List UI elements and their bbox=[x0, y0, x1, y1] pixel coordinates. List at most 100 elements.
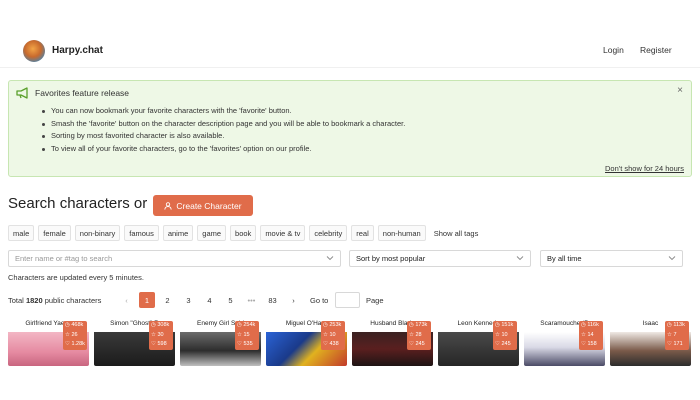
pagination: ‹ 1 2 3 4 5 ••• 83 › bbox=[116, 292, 304, 308]
character-card[interactable]: Husband Blade ◷ 173k ☆ 28 ♡ 245 bbox=[352, 318, 433, 366]
total-prefix: Total bbox=[8, 296, 24, 305]
page-button-4[interactable]: 4 bbox=[199, 292, 220, 308]
character-card[interactable]: Enemy Girl Sold ◷ 254k ☆ 15 ♡ 535 bbox=[180, 318, 261, 366]
likes-count: ♡ 158 bbox=[581, 341, 597, 347]
tag-non-human[interactable]: non-human bbox=[377, 225, 426, 241]
views-count: ◷ 113k bbox=[667, 322, 685, 328]
banner-list-item: You can now bookmark your favorite chara… bbox=[42, 105, 405, 118]
update-frequency-note: Characters are updated every 5 minutes. bbox=[8, 273, 144, 282]
goto-page-input[interactable] bbox=[335, 292, 360, 308]
views-count: ◷ 308k bbox=[151, 322, 170, 328]
close-icon[interactable]: × bbox=[677, 85, 683, 96]
user-icon bbox=[164, 201, 173, 210]
time-range-select[interactable]: By all time bbox=[540, 250, 683, 267]
character-card[interactable]: Miguel O'Hara ◷ 253k ☆ 10 ♡ 438 bbox=[266, 318, 347, 366]
total-suffix: public characters bbox=[44, 296, 102, 305]
prev-page-icon[interactable]: ‹ bbox=[116, 292, 137, 308]
likes-count: ♡ 1.28k bbox=[65, 341, 85, 347]
tag-anime[interactable]: anime bbox=[162, 225, 194, 241]
harpy-logo-icon[interactable] bbox=[23, 40, 45, 62]
character-card[interactable]: Leon Kennedy ◷ 151k ☆ 10 ♡ 245 bbox=[438, 318, 519, 366]
favorites-count: ☆ 10 bbox=[323, 331, 336, 338]
likes-count: ♡ 245 bbox=[495, 341, 511, 347]
show-all-tags-link[interactable]: Show all tags bbox=[430, 225, 483, 241]
character-stats-badge: ◷ 253k ☆ 10 ♡ 438 bbox=[321, 321, 345, 350]
chevron-down-icon bbox=[668, 256, 676, 261]
character-stats-badge: ◷ 116k ☆ 14 ♡ 158 bbox=[579, 321, 603, 350]
tag-non-binary[interactable]: non-binary bbox=[74, 225, 121, 241]
tag-book[interactable]: book bbox=[230, 225, 257, 241]
create-character-label: Create Character bbox=[176, 200, 242, 211]
login-link[interactable]: Login bbox=[603, 45, 624, 55]
sort-value: Sort by most popular bbox=[356, 254, 426, 263]
character-grid: Girlfriend Yae m ◷ 468k ☆ 26 ♡ 1.28k Sim… bbox=[8, 318, 692, 366]
favorites-count: ☆ 26 bbox=[65, 331, 78, 338]
banner-list: You can now bookmark your favorite chara… bbox=[42, 105, 405, 155]
favorites-count: ☆ 28 bbox=[409, 331, 422, 338]
character-stats-badge: ◷ 468k ☆ 26 ♡ 1.28k bbox=[63, 321, 87, 350]
chevron-down-icon bbox=[326, 256, 334, 261]
total-characters-count: Total 1820 public characters bbox=[8, 296, 101, 305]
favorites-count: ☆ 14 bbox=[581, 331, 594, 338]
character-card[interactable]: Simon "Ghost" R ◷ 308k ☆ 30 ♡ 598 bbox=[94, 318, 175, 366]
favorites-count: ☆ 7 bbox=[667, 331, 677, 338]
create-character-button[interactable]: Create Character bbox=[153, 195, 253, 216]
banner-title: Favorites feature release bbox=[35, 88, 130, 98]
tag-game[interactable]: game bbox=[197, 225, 227, 241]
tag-celebrity[interactable]: celebrity bbox=[309, 225, 348, 241]
likes-count: ♡ 171 bbox=[667, 341, 683, 347]
page-button-3[interactable]: 3 bbox=[178, 292, 199, 308]
views-count: ◷ 468k bbox=[65, 322, 84, 328]
character-stats-badge: ◷ 173k ☆ 28 ♡ 245 bbox=[407, 321, 431, 350]
search-heading: Search characters or bbox=[8, 195, 148, 212]
page-button-last[interactable]: 83 bbox=[262, 292, 283, 308]
page-button-1[interactable]: 1 bbox=[139, 292, 155, 308]
next-page-icon[interactable]: › bbox=[283, 292, 304, 308]
views-count: ◷ 173k bbox=[409, 322, 428, 328]
brand-name[interactable]: Harpy.chat bbox=[52, 45, 103, 56]
character-stats-badge: ◷ 254k ☆ 15 ♡ 535 bbox=[235, 321, 259, 350]
character-stats-badge: ◷ 151k ☆ 10 ♡ 245 bbox=[493, 321, 517, 350]
views-count: ◷ 254k bbox=[237, 322, 256, 328]
search-input[interactable]: Enter name or #tag to search bbox=[8, 250, 341, 267]
total-number: 1820 bbox=[25, 296, 43, 305]
page-button-5[interactable]: 5 bbox=[220, 292, 241, 308]
character-card[interactable]: Scaramouche (B ◷ 116k ☆ 14 ♡ 158 bbox=[524, 318, 605, 366]
favorites-count: ☆ 30 bbox=[151, 331, 164, 338]
banner-list-item: Sorting by most favorited character is a… bbox=[42, 130, 405, 143]
tag-male[interactable]: male bbox=[8, 225, 35, 241]
favorites-count: ☆ 10 bbox=[495, 331, 508, 338]
top-header: Harpy.chat Login Register bbox=[0, 0, 700, 68]
character-stats-badge: ◷ 308k ☆ 30 ♡ 598 bbox=[149, 321, 173, 350]
goto-label: Go to bbox=[310, 296, 329, 305]
page-label: Page bbox=[366, 296, 384, 305]
sort-select[interactable]: Sort by most popular bbox=[349, 250, 531, 267]
tag-filter-bar: male female non-binary famous anime game… bbox=[8, 225, 482, 241]
chevron-down-icon bbox=[516, 256, 524, 261]
page-button-2[interactable]: 2 bbox=[157, 292, 178, 308]
likes-count: ♡ 535 bbox=[237, 341, 253, 347]
register-link[interactable]: Register bbox=[640, 45, 672, 55]
character-stats-badge: ◷ 113k ☆ 7 ♡ 171 bbox=[665, 321, 689, 350]
time-range-value: By all time bbox=[547, 254, 582, 263]
page-ellipsis[interactable]: ••• bbox=[241, 292, 262, 308]
banner-list-item: Smash the 'favorite' button on the chara… bbox=[42, 118, 405, 131]
character-card[interactable]: Isaac ◷ 113k ☆ 7 ♡ 171 bbox=[610, 318, 691, 366]
likes-count: ♡ 438 bbox=[323, 341, 339, 347]
tag-famous[interactable]: famous bbox=[124, 225, 159, 241]
views-count: ◷ 253k bbox=[323, 322, 342, 328]
tag-real[interactable]: real bbox=[351, 225, 374, 241]
likes-count: ♡ 245 bbox=[409, 341, 425, 347]
tag-movie-tv[interactable]: movie & tv bbox=[260, 225, 306, 241]
search-placeholder: Enter name or #tag to search bbox=[15, 254, 113, 263]
banner-list-item: To view all of your favorite characters,… bbox=[42, 143, 405, 156]
views-count: ◷ 151k bbox=[495, 322, 514, 328]
views-count: ◷ 116k bbox=[581, 322, 599, 328]
character-card[interactable]: Girlfriend Yae m ◷ 468k ☆ 26 ♡ 1.28k bbox=[8, 318, 89, 366]
dismiss-24h-link[interactable]: Don't show for 24 hours bbox=[605, 164, 684, 173]
likes-count: ♡ 598 bbox=[151, 341, 167, 347]
tag-female[interactable]: female bbox=[38, 225, 71, 241]
megaphone-icon bbox=[16, 87, 28, 99]
favorites-announcement-banner: Favorites feature release × You can now … bbox=[8, 80, 692, 177]
favorites-count: ☆ 15 bbox=[237, 331, 250, 338]
